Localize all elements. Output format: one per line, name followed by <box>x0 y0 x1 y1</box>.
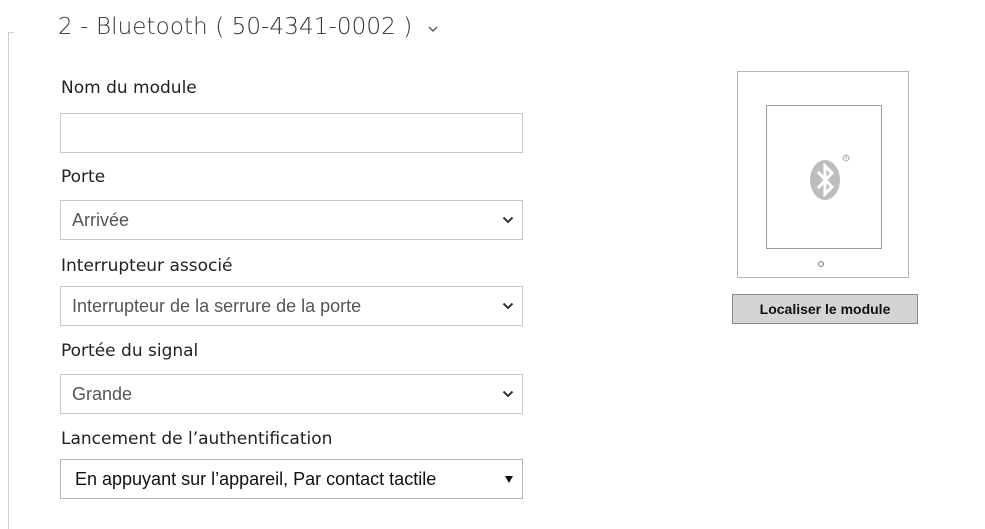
section-bracket <box>8 32 14 529</box>
dropdown-arrow-icon <box>505 476 513 483</box>
bluetooth-icon: ® <box>806 154 850 206</box>
chevron-down-icon <box>502 390 514 398</box>
auth-trigger-label: Lancement de l’authentification <box>61 429 333 449</box>
door-label: Porte <box>61 167 106 187</box>
module-name-label: Nom du module <box>61 78 197 98</box>
module-title: 2 - Bluetooth ( 50-4341-0002 ) <box>58 14 413 40</box>
signal-range-label: Portée du signal <box>61 341 199 361</box>
associated-switch-select[interactable]: Interrupteur de la serrure de la porte <box>60 286 523 326</box>
module-screen: ® <box>766 105 882 249</box>
auth-trigger-select[interactable]: En appuyant sur l’appareil, Par contact … <box>60 459 523 499</box>
chevron-down-icon <box>502 216 514 224</box>
associated-switch-select-value: Interrupteur de la serrure de la porte <box>72 296 362 316</box>
signal-range-select-value: Grande <box>72 384 133 404</box>
module-header[interactable]: 2 - Bluetooth ( 50-4341-0002 ) <box>58 14 438 41</box>
chevron-down-icon <box>502 302 514 310</box>
module-preview: ® <box>737 71 909 278</box>
locate-module-button[interactable]: Localiser le module <box>732 294 918 324</box>
status-led <box>818 261 824 267</box>
door-select[interactable]: Arrivée <box>60 200 523 240</box>
associated-switch-label: Interrupteur associé <box>61 256 233 276</box>
chevron-down-icon[interactable] <box>428 13 438 39</box>
registered-mark: ® <box>844 156 848 161</box>
module-name-input[interactable] <box>60 113 523 153</box>
auth-trigger-select-value: En appuyant sur l’appareil, Par contact … <box>75 469 437 489</box>
door-select-value: Arrivée <box>72 210 130 230</box>
signal-range-select[interactable]: Grande <box>60 374 523 414</box>
